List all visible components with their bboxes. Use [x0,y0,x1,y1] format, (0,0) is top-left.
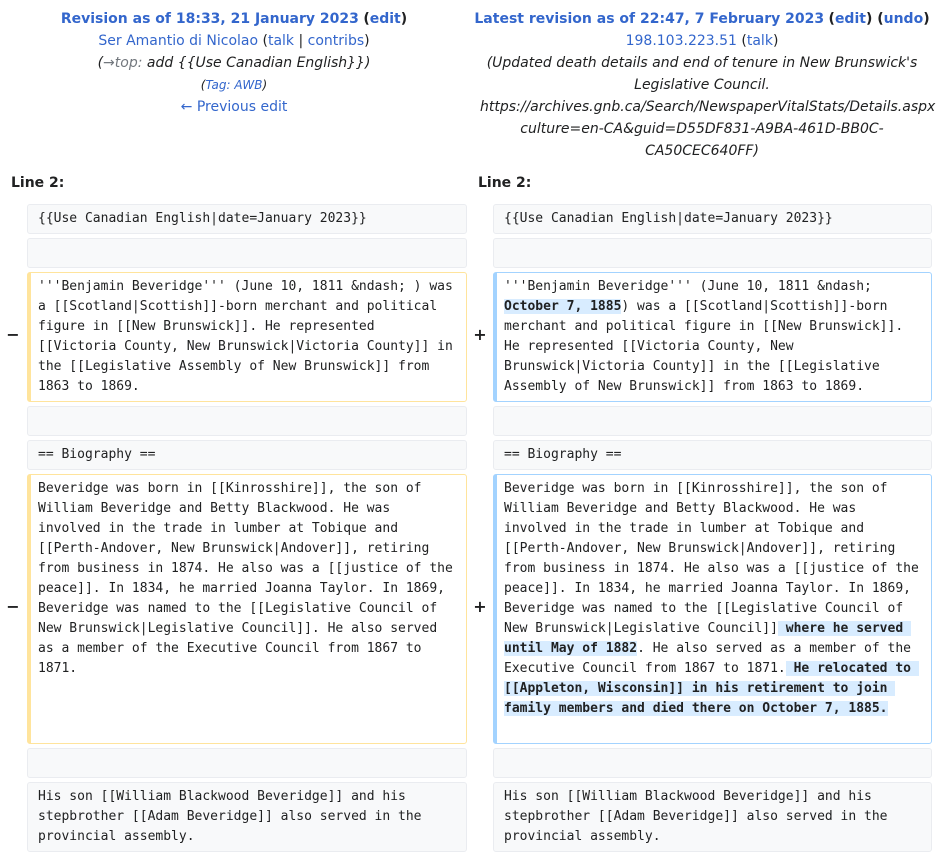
context-line-left: His son [[William Blackwood Beveridge]] … [27,782,467,852]
new-revision-user-link[interactable]: 198.103.223.51 [626,33,737,49]
new-revision-header: Latest revision as of 22:47, 7 February … [468,8,936,162]
tag-awb-link[interactable]: AWB [234,78,262,92]
right-line-label: Line 2: [478,175,532,191]
previous-edit-link[interactable]: ← Previous edit [181,99,288,115]
biography-heading-left: == Biography == [27,440,467,470]
context-line-left: {{Use Canadian English|date=January 2023… [27,204,467,234]
new-revision-title-link[interactable]: Latest revision as of 22:47, 7 February … [474,11,824,27]
deleted-line-intro: '''Benjamin Beveridge''' (June 10, 1811 … [27,272,467,402]
new-revision-talk-link[interactable]: talk [747,33,773,49]
context-line-right: His son [[William Blackwood Beveridge]] … [493,782,932,852]
biography-heading-right: == Biography == [493,440,932,470]
empty-context-line-right [493,238,932,268]
added-marker: + [473,325,487,344]
added-line-biography: Beveridge was born in [[Kinrosshire]], t… [493,474,932,744]
undo-link[interactable]: undo [884,11,924,27]
added-marker: + [473,597,487,616]
tag-label-link[interactable]: Tag: [205,78,230,92]
inserted-text: October 7, 1885 [504,299,622,314]
old-revision-talk-link[interactable]: talk [268,33,294,49]
empty-context-line-left [27,406,467,436]
old-revision-edit-link[interactable]: edit [370,11,401,27]
deleted-marker: − [6,597,20,616]
old-revision-header: Revision as of 18:33, 21 January 2023 (e… [0,8,468,118]
added-line-intro: '''Benjamin Beveridge''' (June 10, 1811 … [493,272,932,402]
new-revision-summary: (Updated death details and end of tenure… [480,55,936,159]
left-line-label: Line 2: [11,175,65,191]
old-revision-tags: (Tag: AWB) [200,78,268,92]
context-line-right: {{Use Canadian English|date=January 2023… [493,204,932,234]
empty-context-line-right [493,748,932,778]
old-revision-summary: (→top: add {{Use Canadian English}}) [97,55,371,71]
empty-context-line-left [27,238,467,268]
deleted-marker: − [6,325,20,344]
empty-context-line-right [493,406,932,436]
old-revision-contribs-link[interactable]: contribs [308,33,364,49]
deleted-line-biography: Beveridge was born in [[Kinrosshire]], t… [27,474,467,744]
section-top-link[interactable]: →top: [103,55,142,71]
old-revision-user-link[interactable]: Ser Amantio di Nicolao [98,33,258,49]
old-revision-title-link[interactable]: Revision as of 18:33, 21 January 2023 [61,11,359,27]
empty-context-line-left [27,748,467,778]
new-revision-edit-link[interactable]: edit [835,11,866,27]
